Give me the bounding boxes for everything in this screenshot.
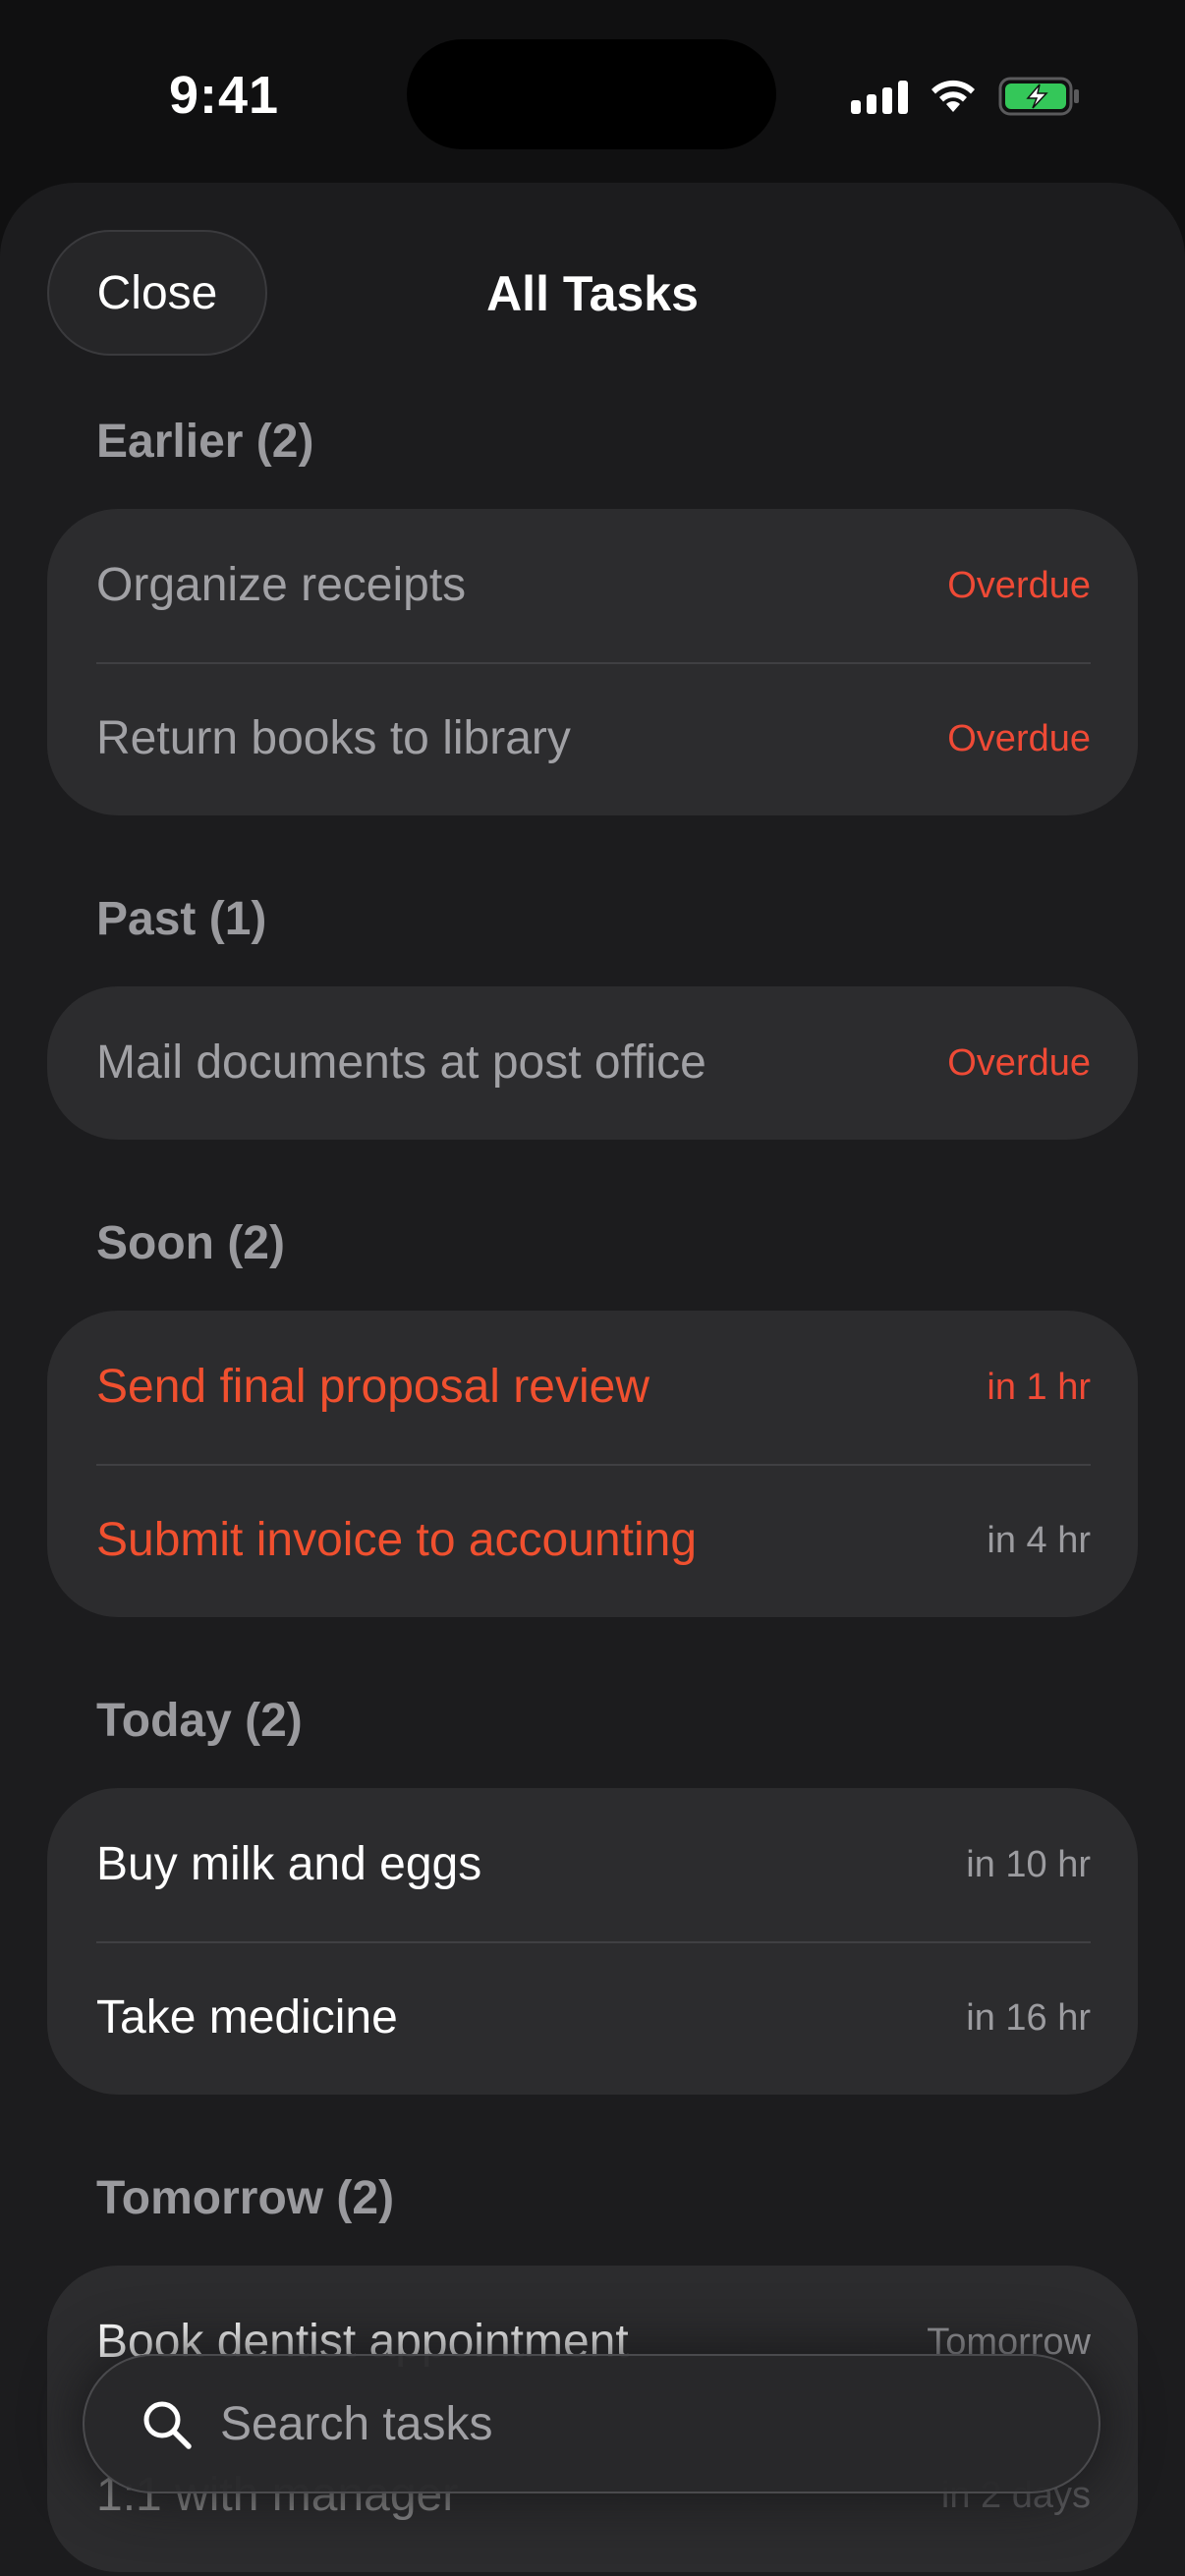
section-header-tomorrow: Tomorrow (2) — [96, 2172, 395, 2224]
task-row[interactable]: Return books to library Overdue — [47, 662, 1138, 815]
task-title: Submit invoice to accounting — [96, 1514, 698, 1566]
task-due-label: Overdue — [947, 565, 1091, 606]
sheet-title: All Tasks — [486, 266, 699, 321]
task-due-label: Overdue — [947, 718, 1091, 759]
task-title: Buy milk and eggs — [96, 1838, 482, 1890]
task-row[interactable]: Buy milk and eggs in 10 hr — [47, 1788, 1138, 1941]
search-input[interactable] — [220, 2356, 1065, 2492]
task-title: Return books to library — [96, 712, 571, 764]
status-bar: 9:41 — [0, 0, 1185, 177]
task-due-label: Overdue — [947, 1042, 1091, 1084]
section-header-earlier: Earlier (2) — [96, 416, 314, 468]
dynamic-island — [407, 39, 776, 149]
task-due-label: in 10 hr — [966, 1844, 1091, 1885]
task-group-today: Buy milk and eggs in 10 hr Take medicine… — [47, 1788, 1138, 2095]
task-title: Send final proposal review — [96, 1361, 649, 1413]
cellular-signal-icon — [851, 79, 908, 114]
task-row[interactable]: Organize receipts Overdue — [47, 509, 1138, 662]
task-group-past: Mail documents at post office Overdue — [47, 986, 1138, 1140]
search-icon — [140, 2397, 195, 2457]
search-bar[interactable] — [83, 2354, 1100, 2493]
task-title: Take medicine — [96, 1991, 398, 2044]
wifi-icon — [930, 79, 977, 114]
task-title: Organize receipts — [96, 559, 467, 611]
screen: 9:41 Close All Tasks Earlier (2) Organiz… — [0, 0, 1185, 2576]
task-due-label: in 1 hr — [987, 1367, 1091, 1408]
task-title: Mail documents at post office — [96, 1036, 706, 1089]
task-row[interactable]: Take medicine in 16 hr — [47, 1941, 1138, 2095]
task-due-label: in 4 hr — [987, 1520, 1091, 1561]
all-tasks-sheet: Close All Tasks Earlier (2) Organize rec… — [0, 183, 1185, 2576]
section-header-past: Past (1) — [96, 893, 267, 945]
task-row[interactable]: Mail documents at post office Overdue — [47, 986, 1138, 1140]
task-due-label: in 16 hr — [966, 1997, 1091, 2039]
section-header-today: Today (2) — [96, 1695, 303, 1747]
battery-charging-icon — [998, 77, 1081, 116]
status-icons — [851, 75, 1081, 118]
section-header-soon: Soon (2) — [96, 1217, 285, 1269]
status-time: 9:41 — [169, 66, 280, 125]
task-group-soon: Send final proposal review in 1 hr Submi… — [47, 1311, 1138, 1617]
task-row[interactable]: Send final proposal review in 1 hr — [47, 1311, 1138, 1464]
task-group-earlier: Organize receipts Overdue Return books t… — [47, 509, 1138, 815]
task-row[interactable]: Submit invoice to accounting in 4 hr — [47, 1464, 1138, 1617]
